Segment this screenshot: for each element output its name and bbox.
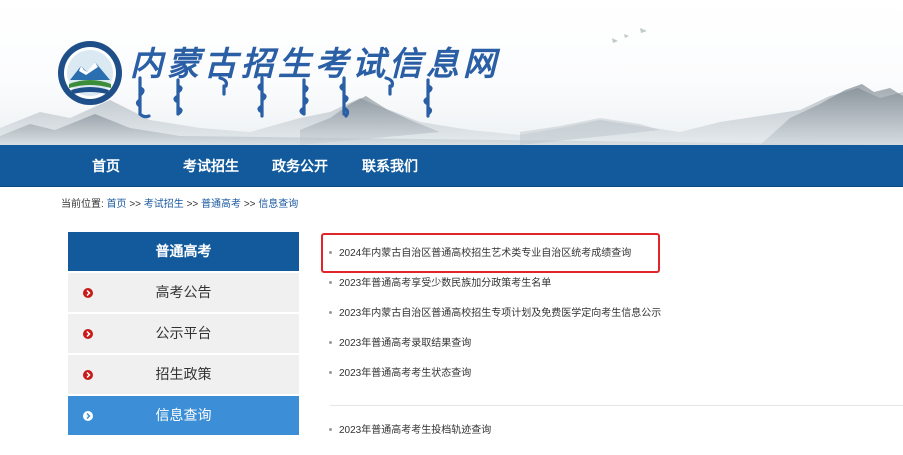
- site-logo-icon: [58, 41, 122, 105]
- breadcrumb-separator: >>: [186, 199, 199, 210]
- nav-item-home[interactable]: 首页: [92, 145, 120, 187]
- nav-item-contact-us[interactable]: 联系我们: [362, 145, 418, 187]
- list-divider: [330, 405, 903, 406]
- mongolian-script-logo: [135, 76, 433, 119]
- bullet-dot-icon: [329, 427, 332, 431]
- news-item-title: 2023年普通高考考生投档轨迹查询: [339, 425, 492, 436]
- sidebar-item-info-query[interactable]: 信息查询: [68, 396, 299, 435]
- sidebar-item-gaokao-announcements[interactable]: 高考公告: [68, 273, 299, 312]
- breadcrumb-separator: >>: [129, 199, 142, 210]
- sidebar-item-admission-policy[interactable]: 招生政策: [68, 355, 299, 394]
- news-item-title: 2023年普通高考录取结果查询: [339, 338, 472, 349]
- chevron-right-icon: [83, 288, 93, 298]
- sidebar-item-label: 高考公告: [155, 284, 212, 300]
- news-item-link[interactable]: 2024年内蒙古自治区普通高校招生艺术类专业自治区统考成绩查询: [320, 244, 631, 264]
- news-item-link[interactable]: 2023年内蒙古自治区普通高校招生专项计划及免费医学定向考生信息公示: [320, 304, 661, 324]
- news-item-title: 2024年内蒙古自治区普通高校招生艺术类专业自治区统考成绩查询: [339, 248, 632, 259]
- bullet-dot-icon: [329, 280, 332, 284]
- sidebar-item-label: 公示平台: [155, 325, 212, 341]
- breadcrumb: 当前位置: 首页 >> 考试招生 >> 普通高考 >> 信息查询: [61, 195, 298, 210]
- chevron-right-icon: [83, 329, 93, 339]
- breadcrumb-link-exam-admission[interactable]: 考试招生: [144, 199, 184, 210]
- breadcrumb-prefix: 当前位置:: [61, 199, 104, 210]
- sidebar-menu: 普通高考 高考公告 公示平台 招生政策 信息查询: [68, 232, 299, 435]
- bullet-dot-icon: [329, 310, 332, 314]
- news-item-link[interactable]: 2023年普通高考录取结果查询: [320, 334, 471, 354]
- nav-item-government-affairs[interactable]: 政务公开: [272, 145, 328, 187]
- breadcrumb-link-gaokao[interactable]: 普通高考: [201, 199, 241, 210]
- chevron-right-icon: [83, 370, 93, 380]
- bullet-dot-icon: [329, 250, 332, 254]
- chevron-right-icon: [83, 411, 93, 421]
- breadcrumb-link-home[interactable]: 首页: [107, 199, 127, 210]
- nav-item-exam-admission[interactable]: 考试招生: [183, 145, 239, 187]
- bullet-dot-icon: [329, 370, 332, 374]
- news-item-title: 2023年内蒙古自治区普通高校招生专项计划及免费医学定向考生信息公示: [339, 308, 662, 319]
- sidebar-item-public-platform[interactable]: 公示平台: [68, 314, 299, 353]
- bullet-dot-icon: [329, 340, 332, 344]
- news-item-link[interactable]: 2023年普通高考享受少数民族加分政策考生名单: [320, 274, 551, 294]
- sidebar-item-label: 招生政策: [155, 366, 212, 382]
- news-item-title: 2023年普通高考考生状态查询: [339, 368, 472, 379]
- sidebar-heading: 普通高考: [68, 232, 299, 271]
- breadcrumb-link-info-query[interactable]: 信息查询: [258, 199, 298, 210]
- news-item-link[interactable]: 2023年普通高考考生状态查询: [320, 364, 471, 384]
- breadcrumb-separator: >>: [243, 199, 256, 210]
- site-header-banner: 内蒙古招生考试信息网: [0, 0, 903, 145]
- main-nav-bar: 首页 考试招生 政务公开 联系我们: [0, 145, 903, 187]
- news-item-link[interactable]: 2023年普通高考考生投档轨迹查询: [320, 421, 491, 441]
- sidebar-item-label: 信息查询: [155, 407, 212, 423]
- news-item-title: 2023年普通高考享受少数民族加分政策考生名单: [339, 278, 552, 289]
